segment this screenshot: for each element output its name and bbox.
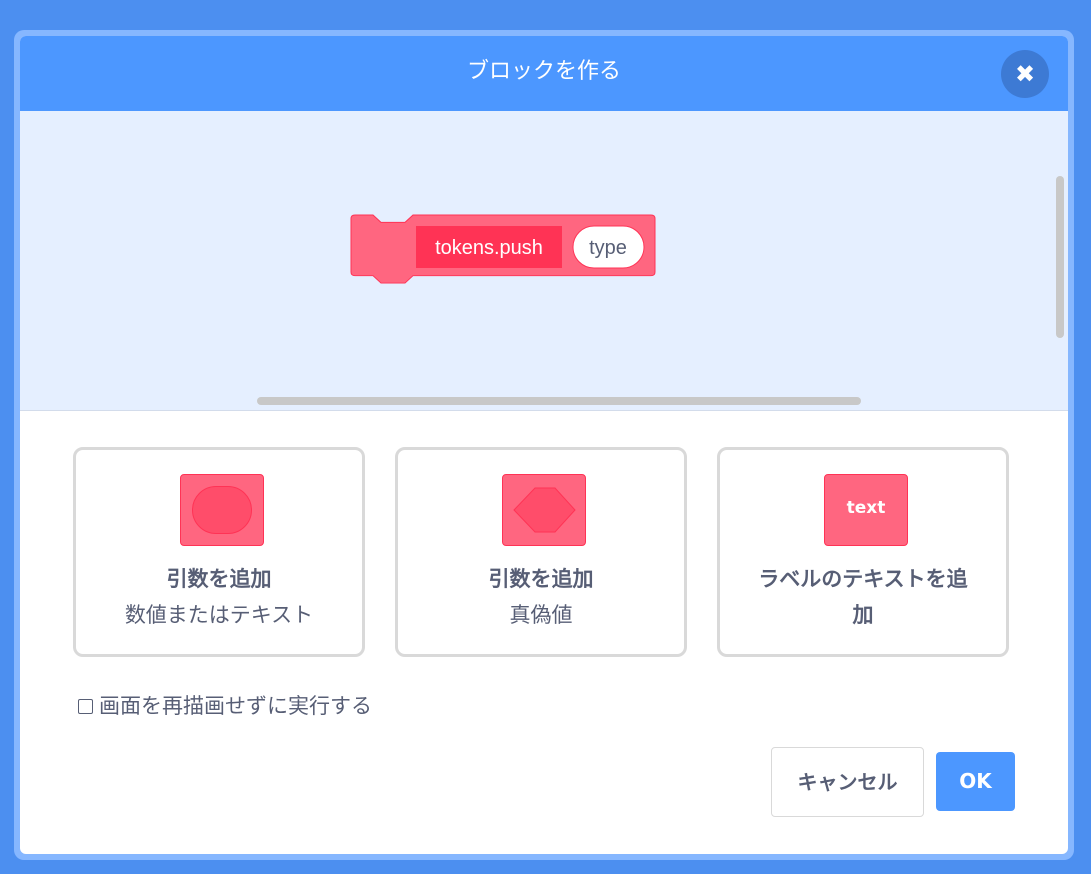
horizontal-scrollbar[interactable] [257, 397, 861, 405]
block-name-text: tokens.push [435, 237, 543, 259]
text-label-icon-text: text [846, 498, 886, 518]
close-icon: ✖ [1014, 60, 1036, 88]
run-without-refresh-checkbox[interactable]: 画面を再描画せずに実行する [78, 691, 372, 721]
option-subtitle: 真偽値 [509, 603, 573, 627]
text-label-icon: text [824, 474, 908, 546]
option-title-line1: ラベルのテキストを追 [758, 567, 968, 591]
checkbox-icon[interactable] [78, 699, 93, 714]
ok-button[interactable]: OK [936, 752, 1015, 811]
close-button[interactable]: ✖ [1001, 50, 1049, 98]
make-block-dialog: ブロックを作る ✖ tokens.push type 引数を追加 数値またはテキ… [14, 30, 1074, 860]
cancel-button[interactable]: キャンセル [771, 747, 924, 817]
block-argument-text: type [589, 237, 627, 259]
custom-block-preview[interactable]: tokens.push type [350, 214, 658, 284]
add-input-boolean-button[interactable]: 引数を追加 真偽値 [395, 447, 687, 657]
oval-input-icon [180, 474, 264, 546]
option-title: 引数を追加 [166, 567, 272, 591]
dialog-header: ブロックを作る ✖ [20, 36, 1068, 111]
dialog-title: ブロックを作る [466, 59, 621, 84]
option-title-line2: 加 [852, 603, 874, 627]
vertical-scrollbar[interactable] [1056, 176, 1064, 338]
hexagon-boolean-icon [502, 474, 586, 546]
option-subtitle: 数値またはテキスト [124, 603, 314, 627]
dialog-body: ブロックを作る ✖ tokens.push type 引数を追加 数値またはテキ… [20, 36, 1068, 854]
option-title: 引数を追加 [488, 567, 594, 591]
add-input-number-text-button[interactable]: 引数を追加 数値またはテキスト [73, 447, 365, 657]
add-label-text-button[interactable]: text ラベルのテキストを追 加 [717, 447, 1009, 657]
run-without-refresh-label: 画面を再描画せずに実行する [99, 694, 372, 718]
block-preview-workspace: tokens.push type [20, 111, 1068, 411]
